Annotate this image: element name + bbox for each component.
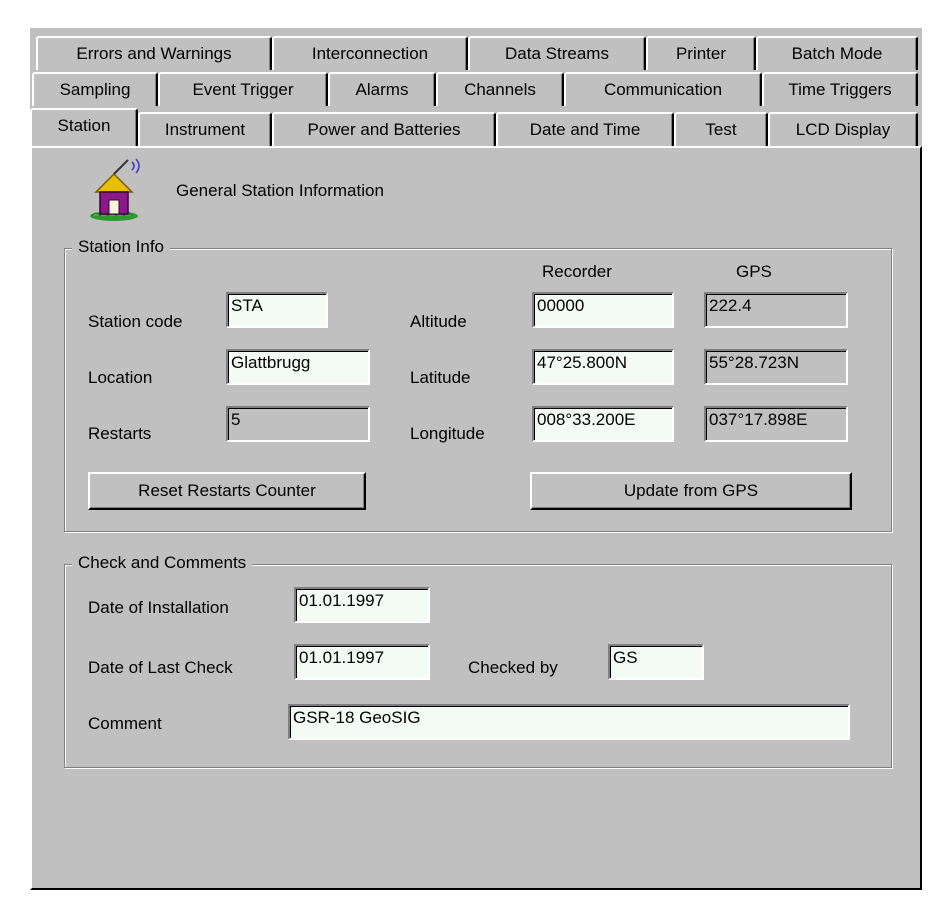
altitude-label: Altitude xyxy=(410,312,467,331)
tab-test[interactable]: Test xyxy=(674,112,768,146)
checked-by-field[interactable]: GS xyxy=(608,644,704,680)
longitude-recorder-field[interactable]: 008°33.200E xyxy=(532,406,674,442)
longitude-gps-field: 037°17.898E xyxy=(704,406,848,442)
tab-channels[interactable]: Channels xyxy=(436,72,564,106)
latitude-gps-field: 55°28.723N xyxy=(704,349,848,385)
checked-by-label: Checked by xyxy=(468,658,558,677)
altitude-recorder-field[interactable]: 00000 xyxy=(532,292,674,328)
tab-communication[interactable]: Communication xyxy=(564,72,762,106)
station-code-field[interactable]: STA xyxy=(226,292,328,328)
longitude-label: Longitude xyxy=(410,424,485,443)
recorder-column-header: Recorder xyxy=(542,262,612,281)
restarts-field: 5 xyxy=(226,406,370,442)
tab-instrument[interactable]: Instrument xyxy=(138,112,272,146)
reset-restarts-counter-button[interactable]: Reset Restarts Counter xyxy=(88,472,366,510)
station-info-title: Station Info xyxy=(72,237,171,257)
date-of-last-check-field[interactable]: 01.01.1997 xyxy=(294,644,430,680)
tab-batch-mode[interactable]: Batch Mode xyxy=(756,36,918,70)
tab-data-streams[interactable]: Data Streams xyxy=(468,36,646,70)
latitude-label: Latitude xyxy=(410,368,471,387)
date-of-last-check-label: Date of Last Check xyxy=(88,658,233,677)
tab-power-and-batteries[interactable]: Power and Batteries xyxy=(272,112,496,146)
check-and-comments-title: Check and Comments xyxy=(72,553,253,573)
date-of-installation-label: Date of Installation xyxy=(88,598,229,617)
gps-column-header: GPS xyxy=(736,262,772,281)
tab-time-triggers[interactable]: Time Triggers xyxy=(762,72,918,106)
tab-date-and-time[interactable]: Date and Time xyxy=(496,112,674,146)
tab-event-trigger[interactable]: Event Trigger xyxy=(158,72,328,106)
tab-alarms[interactable]: Alarms xyxy=(328,72,436,106)
station-house-antenna-icon xyxy=(90,158,140,221)
tab-printer[interactable]: Printer xyxy=(646,36,756,70)
restarts-label: Restarts xyxy=(88,424,152,443)
tab-station[interactable]: Station xyxy=(30,108,138,146)
tab-interconnection[interactable]: Interconnection xyxy=(272,36,468,70)
page-title: General Station Information xyxy=(176,181,384,200)
altitude-gps-field: 222.4 xyxy=(704,292,848,328)
update-from-gps-button[interactable]: Update from GPS xyxy=(530,472,852,510)
station-code-label: Station code xyxy=(88,312,183,331)
comment-label: Comment xyxy=(88,714,162,733)
location-label: Location xyxy=(88,368,153,387)
comment-field[interactable]: GSR-18 GeoSIG xyxy=(288,704,850,740)
station-tab-page: General Station Information Station Info… xyxy=(30,146,922,890)
tab-errors-and-warnings[interactable]: Errors and Warnings xyxy=(36,36,272,70)
date-of-installation-field[interactable]: 01.01.1997 xyxy=(294,587,430,623)
location-field[interactable]: Glattbrugg xyxy=(226,349,370,385)
station-settings-dialog: Errors and Warnings Interconnection Data… xyxy=(30,28,922,890)
latitude-recorder-field[interactable]: 47°25.800N xyxy=(532,349,674,385)
tab-lcd-display[interactable]: LCD Display xyxy=(768,112,918,146)
tab-sampling[interactable]: Sampling xyxy=(32,72,158,106)
